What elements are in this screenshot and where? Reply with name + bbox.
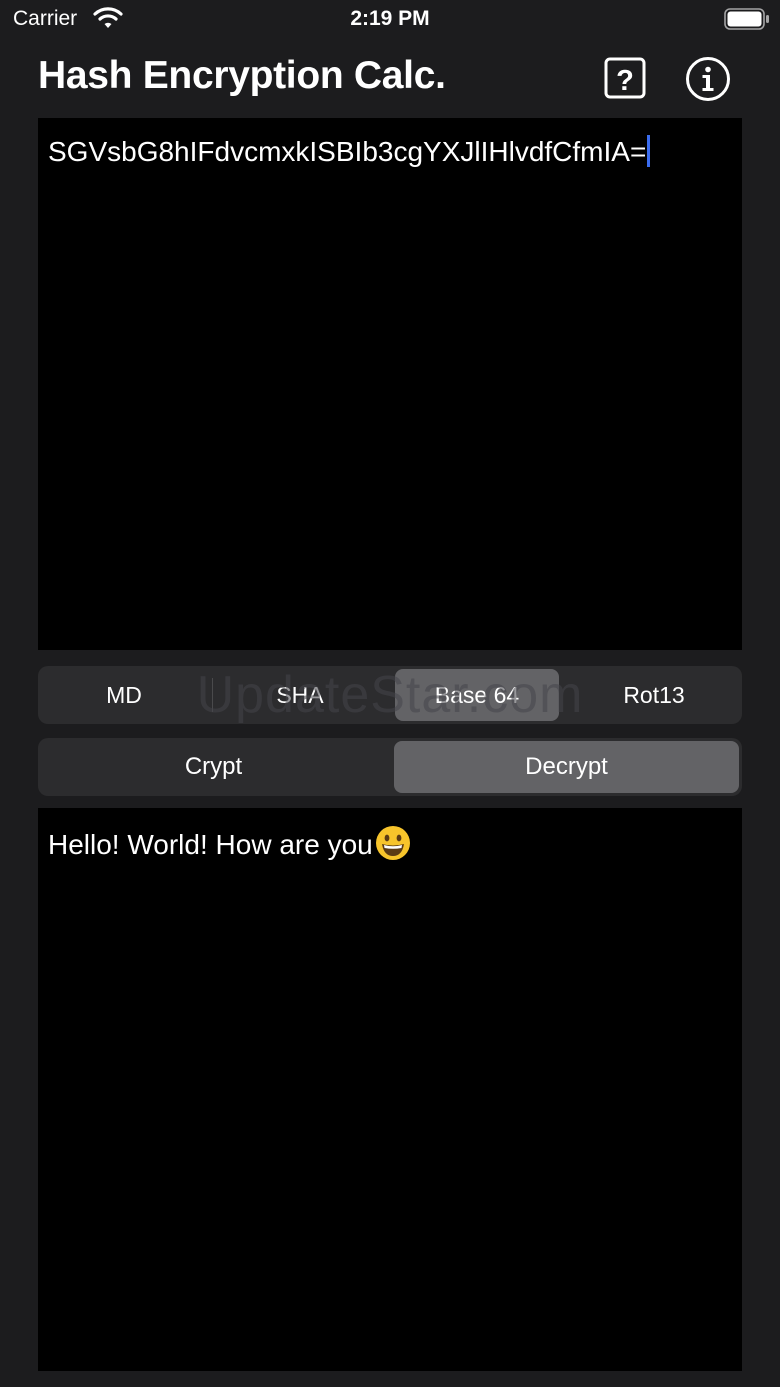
page-title: Hash Encryption Calc. [38, 54, 446, 97]
text-caret [647, 135, 651, 167]
help-button[interactable]: ? [600, 53, 652, 105]
info-button[interactable] [682, 53, 734, 105]
output-textarea[interactable]: Hello! World! How are you [38, 808, 742, 1371]
algorithm-segmented-control: MD SHA Base 64 Rot13 [38, 666, 742, 724]
segment-sha[interactable]: SHA [214, 669, 386, 721]
question-mark-box-icon: ? [604, 57, 646, 99]
segment-decrypt[interactable]: Decrypt [394, 741, 739, 793]
status-time: 2:19 PM [350, 7, 430, 30]
segment-base64[interactable]: Base 64 [395, 669, 559, 721]
output-text: Hello! World! How are you [48, 829, 373, 860]
info-circle-icon [686, 57, 730, 101]
segment-crypt[interactable]: Crypt [41, 741, 386, 793]
battery-icon [724, 8, 770, 35]
svg-text:?: ? [616, 65, 634, 97]
grinning-face-icon [375, 825, 411, 868]
segment-md[interactable]: MD [38, 669, 210, 721]
status-bar: Carrier 2:19 PM [0, 0, 780, 40]
mode-segmented-control: Crypt Decrypt [38, 738, 742, 796]
input-textarea[interactable]: SGVsbG8hIFdvcmxkISBIb3cgYXJlIHlvdfCfmIA= [38, 118, 742, 650]
segment-rot13[interactable]: Rot13 [566, 669, 742, 721]
input-text: SGVsbG8hIFdvcmxkISBIb3cgYXJlIHlvdfCfmIA= [48, 136, 647, 167]
segment-divider [212, 678, 213, 712]
